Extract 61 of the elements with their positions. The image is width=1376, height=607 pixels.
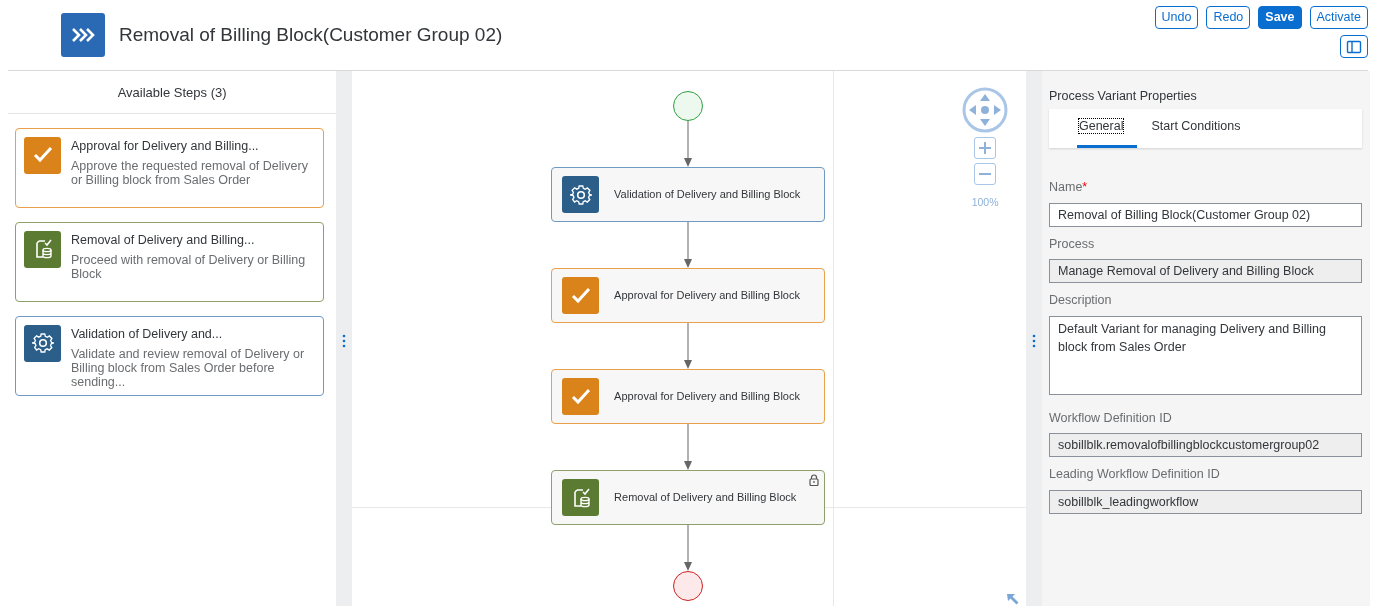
- description-field[interactable]: Default Variant for managing Delivery and Billing block from Sales Order: [1049, 316, 1362, 395]
- panel-toggle-button[interactable]: [1340, 35, 1368, 58]
- field-label: Leading Workflow Definition ID: [1049, 467, 1220, 482]
- document-database-icon: [562, 479, 600, 516]
- app-icon: [61, 13, 105, 57]
- node-label: Approval for Delivery and Billing Block: [614, 288, 800, 304]
- connector-arrow: [683, 424, 694, 470]
- process-step-node[interactable]: Approval for Delivery and Billing Block: [551, 369, 826, 424]
- step-description: Validate and review removal of Delivery or Billing block from Sales Order before sending...: [71, 347, 306, 390]
- field-label: Workflow Definition ID: [1049, 410, 1172, 425]
- gear-icon: [562, 176, 600, 213]
- tab[interactable]: General: [1077, 108, 1138, 148]
- text-field[interactable]: sobillblk_leadingworkflow: [1049, 490, 1362, 514]
- required-mark: *: [1082, 179, 1088, 194]
- collapse-arrow-icon[interactable]: [1006, 593, 1021, 605]
- gear-icon: [24, 324, 61, 362]
- zoom-in-button[interactable]: [974, 137, 997, 159]
- start-event: [673, 91, 704, 121]
- toolbar-button[interactable]: Save: [1258, 6, 1302, 29]
- checkmark-icon: [24, 136, 61, 174]
- splitter-handle[interactable]: [341, 333, 348, 349]
- node-label: Removal of Delivery and Billing Block: [614, 490, 797, 506]
- field-label: Description: [1049, 293, 1112, 308]
- tab[interactable]: Start Conditions: [1149, 108, 1255, 148]
- field-label: Name: [1049, 179, 1083, 194]
- text-field[interactable]: Removal of Billing Block(Customer Group 02): [1049, 202, 1362, 227]
- connector-arrow: [683, 323, 694, 369]
- toolbar-button[interactable]: Undo: [1154, 6, 1199, 29]
- text-field[interactable]: sobillblk.removalofbillingblockcustomergroup02: [1049, 433, 1362, 458]
- plus-icon: [978, 141, 993, 155]
- checkmark-icon: [562, 277, 600, 314]
- step-description: Proceed with removal of Delivery or Billing Block: [71, 253, 307, 282]
- navigation-pad-icon[interactable]: [962, 87, 1009, 133]
- connector-arrow: [683, 222, 694, 268]
- node-label: Validation of Delivery and Billing Block: [614, 187, 801, 203]
- page-title: Removal of Billing Block(Customer Group 02): [119, 22, 503, 47]
- document-database-icon: [24, 230, 61, 268]
- checkmark-icon: [562, 378, 600, 415]
- node-label: Approval for Delivery and Billing Block: [614, 389, 800, 405]
- end-event: [673, 571, 704, 601]
- toolbar-button[interactable]: Activate: [1309, 6, 1368, 29]
- splitter-handle[interactable]: [1031, 333, 1038, 349]
- panel-title: Process Variant Properties: [1049, 88, 1198, 105]
- process-step-node[interactable]: Approval for Delivery and Billing Block: [551, 268, 826, 323]
- process-step-node[interactable]: Removal of Delivery and Billing Block: [551, 470, 826, 525]
- step-card[interactable]: Approval for Delivery and Billing... Approve the requested removal of Delivery or Billing block from Sales Order: [15, 127, 325, 208]
- step-description: Approve the requested removal of Delivery or Billing block from Sales Order: [71, 159, 309, 188]
- connector-arrow: [683, 525, 694, 571]
- step-card[interactable]: Removal of Delivery and Billing... Proceed with removal of Delivery or Billing Block: [15, 221, 325, 302]
- text-field[interactable]: Manage Removal of Delivery and Billing Block: [1049, 259, 1362, 284]
- step-card[interactable]: Validation of Delivery and... Validate and review removal of Delivery or Billing block from Sales Order before sending...: [15, 315, 325, 396]
- toolbar-button[interactable]: Redo: [1206, 6, 1251, 29]
- step-title: Validation of Delivery and...: [71, 325, 224, 343]
- step-title: Approval for Delivery and Billing...: [71, 137, 260, 155]
- process-step-node[interactable]: Validation of Delivery and Billing Block: [551, 167, 826, 222]
- side-panel-icon: [1346, 39, 1362, 54]
- connector-arrow: [683, 121, 694, 167]
- zoom-level: 100%: [971, 195, 999, 210]
- field-label: Process: [1049, 236, 1095, 251]
- step-title: Removal of Delivery and Billing...: [71, 231, 256, 249]
- zoom-out-button[interactable]: [974, 163, 997, 185]
